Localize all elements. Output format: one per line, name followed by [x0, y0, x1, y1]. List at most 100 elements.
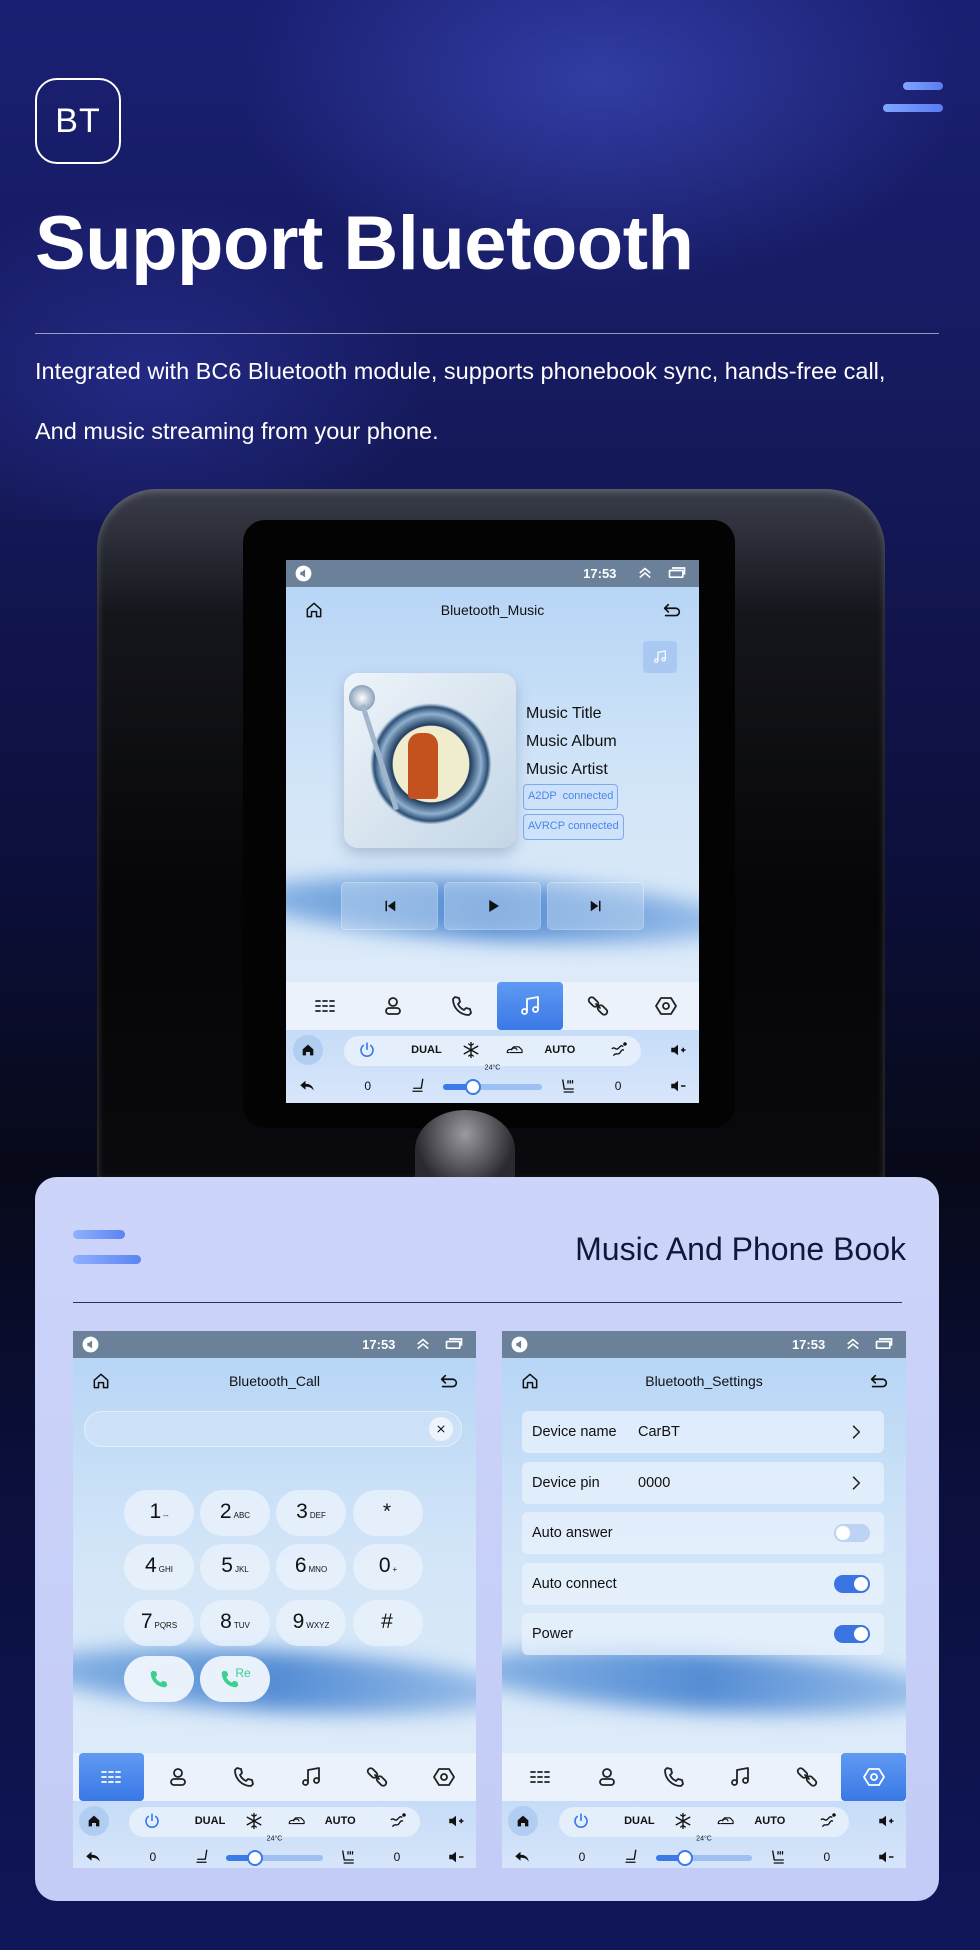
speaker-icon[interactable] — [294, 564, 313, 583]
call-button[interactable] — [124, 1656, 194, 1702]
speaker-icon[interactable] — [510, 1335, 529, 1354]
dial-key-3[interactable]: 3 DEF — [276, 1490, 346, 1536]
nav-item-contacts[interactable] — [575, 1753, 640, 1801]
defrost-icon[interactable] — [610, 1041, 628, 1059]
fan-slider-knob[interactable] — [247, 1850, 264, 1866]
clear-input-button[interactable] — [429, 1417, 453, 1441]
dial-key-#[interactable]: # — [353, 1600, 423, 1646]
undo-arrow-icon[interactable] — [513, 1848, 531, 1866]
seat-heat-icon[interactable] — [559, 1077, 577, 1095]
nav-item-music[interactable] — [708, 1753, 773, 1801]
power-icon[interactable] — [143, 1812, 161, 1830]
chevron-right-icon[interactable] — [846, 1473, 866, 1493]
defrost-icon[interactable] — [819, 1812, 837, 1830]
nav-item-phone[interactable] — [212, 1753, 276, 1801]
nav-item-contacts[interactable] — [360, 982, 426, 1030]
toggle-switch[interactable] — [834, 1524, 870, 1542]
settings-row-power[interactable]: Power — [522, 1613, 884, 1655]
window-icon[interactable] — [444, 1334, 464, 1354]
nav-item-music[interactable] — [496, 982, 563, 1030]
toggle-switch[interactable] — [834, 1625, 870, 1643]
menu-icon[interactable] — [883, 82, 943, 126]
undo-arrow-icon[interactable] — [84, 1848, 102, 1866]
settings-row-auto-connect[interactable]: Auto connect — [522, 1562, 884, 1605]
climate-home-button[interactable] — [79, 1806, 110, 1836]
nav-item-music[interactable] — [279, 1753, 343, 1801]
nav-item-link[interactable] — [775, 1753, 840, 1801]
seat-icon[interactable] — [623, 1848, 641, 1866]
dual-button[interactable]: DUAL — [195, 1815, 226, 1827]
recirculation-icon[interactable] — [288, 1812, 306, 1830]
previous-button[interactable] — [342, 883, 437, 929]
dial-key-*[interactable]: * — [353, 1490, 423, 1536]
speaker-icon[interactable] — [81, 1335, 100, 1354]
auto-button[interactable]: AUTO — [754, 1815, 785, 1827]
dial-key-8[interactable]: 8 TUV — [200, 1600, 270, 1646]
nav-item-contacts[interactable] — [146, 1753, 210, 1801]
dual-button[interactable]: DUAL — [624, 1815, 655, 1827]
music-source-button[interactable] — [643, 641, 677, 673]
settings-row-auto-answer[interactable]: Auto answer — [522, 1512, 884, 1554]
auto-button[interactable]: AUTO — [544, 1044, 575, 1056]
snowflake-icon[interactable] — [462, 1041, 480, 1059]
dial-key-9[interactable]: 9 WXYZ — [276, 1600, 346, 1646]
next-button[interactable] — [548, 883, 643, 929]
volume-down-icon[interactable] — [447, 1848, 465, 1866]
nav-item-phone[interactable] — [641, 1753, 706, 1801]
nav-item-dialpad[interactable] — [508, 1753, 573, 1801]
fan-slider-knob[interactable] — [464, 1079, 481, 1095]
snowflake-icon[interactable] — [245, 1812, 263, 1830]
volume-up-icon[interactable] — [447, 1812, 465, 1830]
dial-key-5[interactable]: 5 JKL — [200, 1544, 270, 1590]
dial-key-0[interactable]: 0 + — [353, 1544, 423, 1590]
dial-key-1[interactable]: 1 -- — [124, 1490, 194, 1536]
number-input[interactable] — [84, 1411, 462, 1447]
dial-key-6[interactable]: 6 MNO — [276, 1544, 346, 1590]
back-icon[interactable] — [661, 600, 683, 622]
chevrons-up-icon[interactable] — [636, 564, 654, 582]
chevrons-up-icon[interactable] — [844, 1335, 862, 1353]
nav-item-dialpad[interactable] — [292, 982, 358, 1030]
power-icon[interactable] — [572, 1812, 590, 1830]
climate-home-button[interactable] — [292, 1035, 323, 1065]
volume-up-icon[interactable] — [669, 1041, 687, 1059]
volume-down-icon[interactable] — [669, 1077, 687, 1095]
fan-slider-knob[interactable] — [676, 1850, 693, 1866]
redial-button[interactable]: Re — [200, 1656, 270, 1702]
seat-heat-icon[interactable] — [339, 1848, 357, 1866]
back-icon[interactable] — [438, 1371, 460, 1393]
chevron-right-icon[interactable] — [846, 1422, 866, 1442]
nav-item-link[interactable] — [565, 982, 631, 1030]
recirculation-icon[interactable] — [506, 1041, 524, 1059]
chevrons-up-icon[interactable] — [414, 1335, 432, 1353]
seat-heat-icon[interactable] — [769, 1848, 787, 1866]
window-icon[interactable] — [667, 563, 687, 583]
recirculation-icon[interactable] — [717, 1812, 735, 1830]
auto-button[interactable]: AUTO — [325, 1815, 356, 1827]
seat-icon[interactable] — [410, 1077, 428, 1095]
nav-item-settings[interactable] — [412, 1753, 476, 1801]
dual-button[interactable]: DUAL — [411, 1044, 442, 1056]
dial-key-7[interactable]: 7 PQRS — [124, 1600, 194, 1646]
power-icon[interactable] — [358, 1041, 376, 1059]
volume-down-icon[interactable] — [877, 1848, 895, 1866]
fan-speed-slider[interactable] — [226, 1850, 323, 1866]
dial-key-2[interactable]: 2 ABC — [200, 1490, 270, 1536]
back-icon[interactable] — [868, 1371, 890, 1393]
nav-item-settings[interactable] — [841, 1753, 906, 1801]
undo-arrow-icon[interactable] — [298, 1077, 316, 1095]
nav-item-link[interactable] — [345, 1753, 409, 1801]
snowflake-icon[interactable] — [674, 1812, 692, 1830]
nav-item-phone[interactable] — [428, 982, 494, 1030]
nav-item-dialpad[interactable] — [79, 1753, 144, 1801]
volume-up-icon[interactable] — [877, 1812, 895, 1830]
defrost-icon[interactable] — [389, 1812, 407, 1830]
fan-speed-slider[interactable] — [442, 1079, 543, 1095]
settings-row-device-pin[interactable]: Device pin 0000 — [522, 1461, 884, 1504]
seat-icon[interactable] — [194, 1848, 212, 1866]
settings-row-device-name[interactable]: Device name CarBT — [522, 1411, 884, 1453]
toggle-switch[interactable] — [834, 1574, 870, 1593]
dial-key-4[interactable]: 4 GHI — [124, 1544, 194, 1590]
window-icon[interactable] — [874, 1334, 894, 1354]
climate-home-button[interactable] — [508, 1806, 539, 1836]
